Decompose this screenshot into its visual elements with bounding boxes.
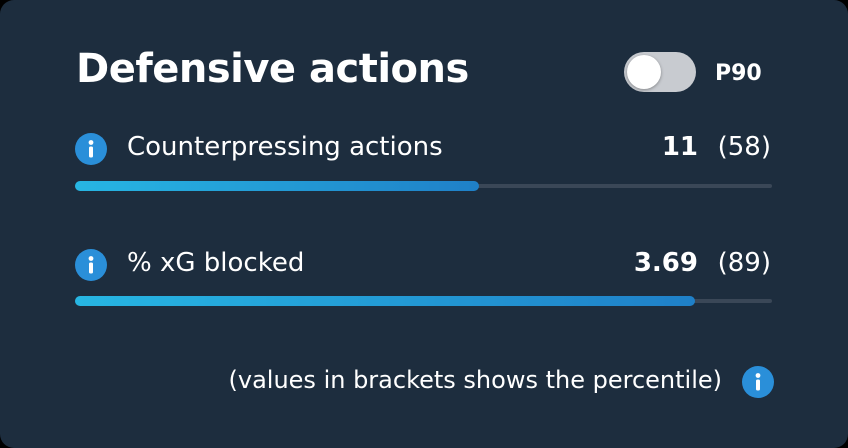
defensive-actions-card: Defensive actions P90 Counterpressing ac… <box>0 0 848 448</box>
percentile-bar-fill <box>75 181 480 191</box>
info-icon-glyph <box>755 373 761 391</box>
percentile-bar-counterpressing <box>75 181 772 191</box>
percentile-bar-xg-blocked <box>75 296 772 306</box>
info-icon[interactable] <box>75 249 107 281</box>
panel-title: Defensive actions <box>76 46 469 92</box>
info-icon[interactable] <box>75 133 107 165</box>
percentile-footnote: (values in brackets shows the percentile… <box>228 366 722 394</box>
info-icon[interactable] <box>742 366 774 398</box>
metric-percentile-xg-blocked: (89) <box>717 248 771 278</box>
metric-percentile-counterpressing: (58) <box>717 132 771 162</box>
info-icon-glyph <box>88 140 94 158</box>
percentile-bar-fill <box>75 296 696 306</box>
metric-label-xg-blocked: % xG blocked <box>127 248 305 278</box>
p90-toggle-label: P90 <box>715 61 762 86</box>
metric-value-counterpressing: 11 <box>661 132 698 162</box>
metric-value-xg-blocked: 3.69 <box>633 248 698 278</box>
info-icon-glyph <box>88 256 94 274</box>
toggle-knob <box>627 55 661 89</box>
p90-toggle[interactable] <box>624 52 696 92</box>
metric-label-counterpressing: Counterpressing actions <box>127 132 443 162</box>
